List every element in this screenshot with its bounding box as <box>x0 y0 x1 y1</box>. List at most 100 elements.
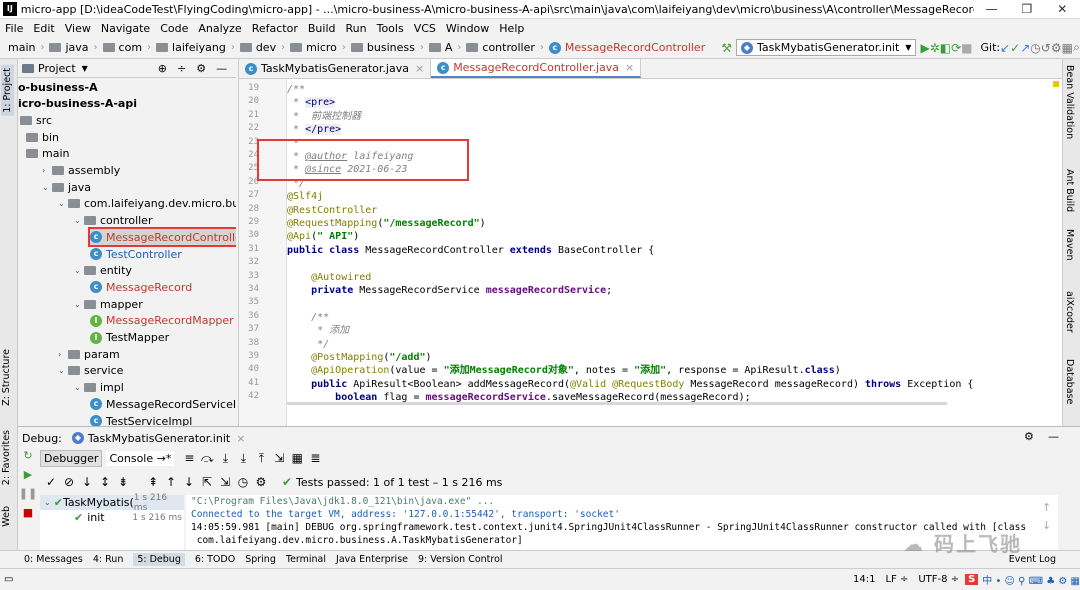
locate-icon[interactable]: ⊕ <box>158 62 167 75</box>
breadcrumb-laifeiyang[interactable]: laifeiyang <box>156 41 226 54</box>
menu-file[interactable]: File <box>0 22 28 35</box>
search-icon[interactable]: ⌕ <box>1073 40 1080 55</box>
close-icon[interactable]: × <box>415 62 424 75</box>
import-icon[interactable]: ⇲ <box>216 475 234 489</box>
tree-item[interactable]: src <box>20 112 52 128</box>
history-icon[interactable]: ◷ <box>234 475 252 489</box>
breadcrumb-main[interactable]: main <box>8 41 35 54</box>
trace-icon[interactable]: ≣ <box>306 451 324 465</box>
menu-help[interactable]: Help <box>494 22 529 35</box>
project-title[interactable]: Project <box>38 62 76 75</box>
tree-item[interactable]: c TestServiceImpl <box>90 413 192 426</box>
tree-item[interactable]: icro-business-A-api <box>18 96 137 112</box>
tab-java-enterprise[interactable]: Java Enterprise <box>336 554 408 565</box>
tab-console[interactable]: Console →* <box>106 450 175 466</box>
test-case-row[interactable]: ✔ init 1 s 216 ms <box>40 510 184 525</box>
breadcrumb-a[interactable]: A <box>428 41 452 54</box>
line-separator[interactable]: LF ÷ <box>885 574 908 585</box>
force-step-into-icon[interactable]: ⤓ <box>234 451 252 466</box>
rerun-icon[interactable]: ↻ <box>18 449 38 462</box>
breadcrumb-messagerecordcontroller[interactable]: c MessageRecordController <box>548 41 705 54</box>
step-into-icon[interactable]: ⤓ <box>216 451 234 466</box>
coverage-icon[interactable]: ◧ <box>940 41 951 55</box>
tab-debugger[interactable]: Debugger <box>40 449 103 467</box>
maximize-button[interactable]: ❐ <box>1009 2 1044 16</box>
tab-bean-validation[interactable]: Bean Validation <box>1064 65 1075 139</box>
tab-debug[interactable]: 5: Debug <box>133 553 185 566</box>
stop-icon[interactable]: ■ <box>18 506 38 519</box>
ime-mode-icon[interactable]: 中 • ☺ ⚲ ⌨ ♣ ⚙ ▦ <box>982 572 1080 587</box>
chevron-right-icon[interactable]: › <box>42 166 52 175</box>
tree-item[interactable]: main <box>26 146 69 162</box>
menu-window[interactable]: Window <box>441 22 494 35</box>
resume-icon[interactable]: ▶ <box>18 468 38 481</box>
tree-item[interactable]: ⌄ entity <box>74 263 132 279</box>
tree-item[interactable]: c TestController <box>90 246 182 262</box>
profile-icon[interactable]: ⟳ <box>951 41 961 55</box>
step-out-icon[interactable]: ⤒ <box>252 451 270 466</box>
tree-item[interactable]: bin <box>26 129 59 145</box>
minimize-button[interactable]: — <box>974 2 1009 16</box>
export-icon[interactable]: ⇱ <box>198 475 216 489</box>
run-icon[interactable]: ▶ <box>920 41 929 55</box>
tab-web[interactable]: Web <box>1 506 12 527</box>
tree-item[interactable]: ⌄ service <box>58 363 123 379</box>
run-config-dropdown[interactable]: ◆ TaskMybatisGenerator.init ▼ <box>735 39 917 56</box>
evaluate-icon[interactable]: ▦ <box>288 451 306 465</box>
step-over-icon[interactable]: ⤼ <box>198 451 216 466</box>
gear-icon[interactable]: ⚙ <box>196 62 206 75</box>
hide-icon[interactable]: — <box>1048 430 1059 443</box>
menu-edit[interactable]: Edit <box>28 22 59 35</box>
menu-tools[interactable]: Tools <box>372 22 409 35</box>
show-passed-icon[interactable]: ✓ <box>42 475 60 489</box>
next-icon[interactable]: ↓ <box>180 475 198 489</box>
stop-icon[interactable]: ■ <box>961 41 972 55</box>
tab-todo[interactable]: 6: TODO <box>195 554 235 565</box>
tab-project[interactable]: 1: Project <box>1 65 14 116</box>
sort-alpha-icon[interactable]: ↓ <box>78 475 96 489</box>
tree-item[interactable]: ⌄ com.laifeiyang.dev.micro.business.A <box>58 196 236 212</box>
tab-spring[interactable]: Spring <box>245 554 276 565</box>
breadcrumb-java[interactable]: java <box>49 41 89 54</box>
menu-code[interactable]: Code <box>155 22 193 35</box>
tab-ant-build[interactable]: Ant Build <box>1064 169 1075 212</box>
show-execution-point-icon[interactable]: ≡ <box>180 451 198 465</box>
scroll-up-icon[interactable]: ↑ <box>1042 501 1051 514</box>
breadcrumb-business[interactable]: business <box>350 41 415 54</box>
chevron-down-icon[interactable]: ▼ <box>82 64 88 73</box>
settings-icon[interactable]: ⚙ <box>1051 41 1062 55</box>
tree-item[interactable]: c MessageRecordController <box>87 227 236 248</box>
chevron-right-icon[interactable]: › <box>58 350 68 359</box>
breadcrumb-controller[interactable]: controller <box>466 41 535 54</box>
menu-view[interactable]: View <box>60 22 96 35</box>
tree-item[interactable]: c MessageRecordServiceIm <box>90 396 236 412</box>
horizontal-scrollbar[interactable] <box>287 402 947 405</box>
git-push-icon[interactable]: ↗ <box>1020 41 1030 55</box>
breadcrumb-dev[interactable]: dev <box>239 41 276 54</box>
chevron-down-icon[interactable]: ⌄ <box>74 300 84 309</box>
pause-icon[interactable]: ❚❚ <box>18 487 38 500</box>
tree-item[interactable]: I TestMapper <box>90 330 169 346</box>
cursor-position[interactable]: 14:1 <box>853 574 875 585</box>
tab-terminal[interactable]: Terminal <box>286 554 326 565</box>
close-button[interactable]: ✕ <box>1045 2 1080 16</box>
tree-item[interactable]: › param <box>58 346 120 362</box>
history-icon[interactable]: ◷ <box>1030 41 1040 55</box>
menu-vcs[interactable]: VCS <box>409 22 441 35</box>
run-to-cursor-icon[interactable]: ⇲ <box>270 451 288 465</box>
chevron-down-icon[interactable]: ⌄ <box>58 366 68 375</box>
debug-config-tab[interactable]: TaskMybatisGenerator.init <box>88 432 230 445</box>
sort-duration-icon[interactable]: ↕ <box>96 475 114 489</box>
tab-run[interactable]: 4: Run <box>93 554 123 565</box>
tab-structure[interactable]: Z: Structure <box>1 349 12 406</box>
tree-item[interactable]: I MessageRecordMapper <box>90 313 234 329</box>
git-update-icon[interactable]: ↙ <box>1000 41 1010 55</box>
project-structure-icon[interactable]: ▦ <box>1062 41 1073 55</box>
menu-run[interactable]: Run <box>341 22 372 35</box>
chevron-down-icon[interactable]: ⌄ <box>42 183 52 192</box>
breadcrumb-com[interactable]: com <box>102 41 142 54</box>
gear-icon[interactable]: ⚙ <box>252 475 270 489</box>
previous-icon[interactable]: ↑ <box>162 475 180 489</box>
tab-favorites[interactable]: 2: Favorites <box>1 430 12 485</box>
breadcrumb-micro[interactable]: micro <box>290 41 337 54</box>
